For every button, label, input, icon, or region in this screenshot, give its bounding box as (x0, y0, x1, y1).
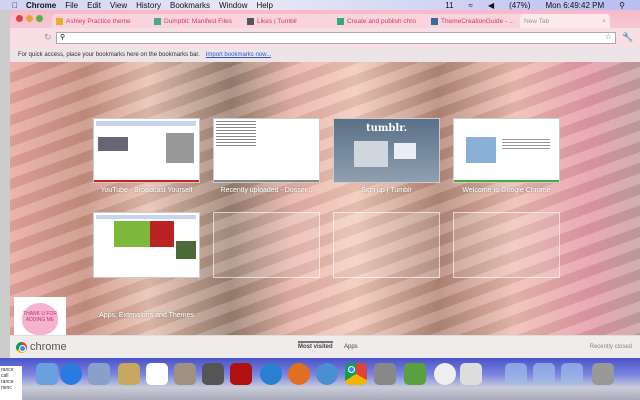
itunes-icon[interactable] (260, 363, 282, 385)
menu-bar:  Chrome File Edit View History Bookmark… (0, 0, 640, 10)
ntp-footer: chrome Most visited Apps Recently closed (10, 335, 640, 358)
tile-title[interactable]: Recently uploaded - Dosser... (213, 187, 320, 194)
tab-most-visited[interactable]: Most visited (298, 341, 333, 350)
menu-file[interactable]: File (65, 1, 78, 10)
reload-icon[interactable]: ↻ (44, 32, 52, 43)
fragment-text: rienc (1, 385, 12, 391)
robot-icon[interactable] (434, 363, 456, 385)
tab-new-tab[interactable]: New Tab × (520, 14, 610, 28)
most-visited-tile[interactable] (213, 118, 320, 183)
fragment-text: rance call (1, 367, 14, 379)
menu-app[interactable]: Chrome (26, 1, 56, 10)
import-bookmarks-link[interactable]: Import bookmarks now... (206, 52, 271, 58)
tab-label: Likes | Tumblr (257, 17, 298, 25)
search-icon: ⚲ (60, 34, 66, 41)
favicon-icon (56, 17, 63, 25)
bookmarks-bar: For quick access, place your bookmarks h… (10, 48, 640, 62)
menu-window[interactable]: Window (219, 1, 247, 10)
documents-folder-icon[interactable] (533, 363, 555, 385)
preview-icon[interactable] (88, 363, 110, 385)
tab-label: ThemeCreationGuide - ... (441, 17, 515, 25)
recently-closed-menu[interactable]: Recently closed (590, 344, 632, 350)
evernote-icon[interactable] (404, 363, 426, 385)
background-window-fragment: rance call rance rienc (0, 366, 22, 400)
favicon-icon (431, 17, 438, 25)
system-preferences-icon[interactable] (374, 363, 396, 385)
tab-label: New Tab (524, 17, 550, 25)
dock (0, 358, 640, 400)
chrome-logo: chrome (16, 341, 67, 353)
tile-title[interactable]: YouTube - Broadcast Yourself (93, 187, 200, 194)
calendar-icon[interactable] (146, 363, 168, 385)
most-visited-tile[interactable]: tumblr. (333, 118, 440, 183)
tab-label: Dumpbit: Manifest Files (164, 17, 232, 25)
photo-booth-icon[interactable] (230, 363, 252, 385)
menu-view[interactable]: View (110, 1, 127, 10)
most-visited-tile[interactable] (93, 118, 200, 183)
tab-apps[interactable]: Apps (344, 344, 358, 350)
toolbar: ↻ ⚲ ☆ 🔧 (10, 28, 640, 48)
tab-label: Create and publish chro (347, 17, 417, 25)
safari-icon[interactable] (316, 363, 338, 385)
apple-menu-icon[interactable]:  (12, 1, 18, 10)
bookmark-star-icon[interactable]: ☆ (605, 32, 612, 41)
sticker-text: THANK U FOR ADDING ME (23, 311, 57, 323)
tab-strip: Ashley Practice theme × Dumpbit: Manifest… (10, 10, 640, 28)
calendar-status[interactable]: 11 (445, 1, 453, 10)
chrome-icon (16, 341, 27, 353)
new-tab-page: YouTube - Broadcast Yourself Recently up… (10, 62, 640, 347)
empty-tile (333, 212, 440, 278)
minimize-window-button[interactable] (26, 15, 33, 22)
tab-label: Ashley Practice theme (66, 17, 131, 25)
firefox-icon[interactable] (288, 363, 310, 385)
browser-window: Ashley Practice theme × Dumpbit: Manifest… (10, 10, 640, 358)
menu-edit[interactable]: Edit (87, 1, 101, 10)
trash-icon[interactable] (592, 363, 614, 385)
close-window-button[interactable] (16, 15, 23, 22)
finder-icon[interactable] (36, 363, 58, 385)
address-input[interactable] (69, 34, 589, 43)
tumblr-logo: tumblr. (365, 123, 408, 134)
menu-history[interactable]: History (136, 1, 161, 10)
downloads-folder-icon[interactable] (561, 363, 583, 385)
bookmarks-message: For quick access, place your bookmarks h… (18, 52, 200, 58)
wifi-icon[interactable]: ≈ (469, 1, 473, 10)
most-visited-tile[interactable] (453, 118, 560, 183)
wrench-icon[interactable]: 🔧 (622, 32, 633, 43)
empty-tile (453, 212, 560, 278)
omnibox[interactable]: ⚲ ☆ (56, 32, 616, 44)
iphoto-icon[interactable] (174, 363, 196, 385)
notebook-icon[interactable] (118, 363, 140, 385)
clock[interactable]: Mon 6:49:42 PM (545, 1, 604, 10)
zoom-window-button[interactable] (36, 15, 43, 22)
keychain-icon[interactable] (460, 363, 482, 385)
applications-folder-icon[interactable] (505, 363, 527, 385)
favicon-icon (337, 17, 344, 25)
favicon-icon (247, 17, 254, 25)
tile-title[interactable]: Sign up | Tumblr (333, 187, 440, 194)
menu-bookmarks[interactable]: Bookmarks (170, 1, 210, 10)
tab-close-icon[interactable]: × (602, 18, 606, 25)
volume-icon[interactable]: ◀ (488, 1, 494, 10)
app-store-icon[interactable] (60, 363, 82, 385)
tile-title[interactable]: Apps, Extensions and Themes (93, 312, 200, 319)
empty-tile (213, 212, 320, 278)
brand-text: chrome (30, 341, 67, 353)
imovie-icon[interactable] (202, 363, 224, 385)
chrome-dock-icon[interactable] (345, 363, 367, 385)
tile-title[interactable]: Welcome to Google Chrome (453, 187, 560, 194)
favicon-icon (154, 17, 161, 25)
menu-help[interactable]: Help (256, 1, 272, 10)
battery-status[interactable]: (47%) (509, 1, 530, 10)
most-visited-tile[interactable] (93, 212, 200, 278)
spotlight-icon[interactable]: ⚲ (619, 1, 625, 10)
